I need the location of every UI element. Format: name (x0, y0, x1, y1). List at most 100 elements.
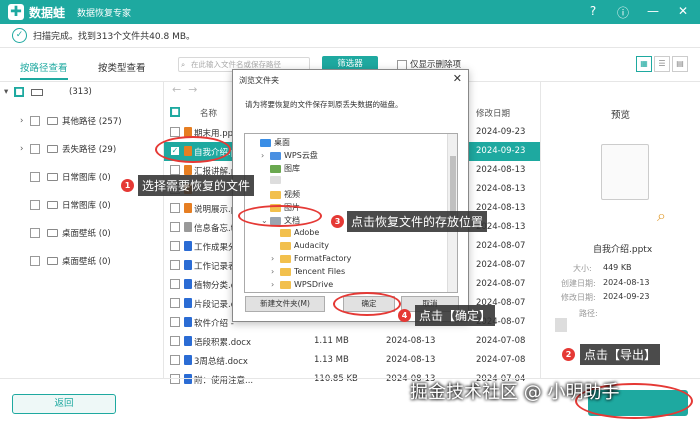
column-name[interactable]: 名称 (200, 107, 217, 119)
forward-arrow-icon[interactable]: → (188, 83, 197, 96)
folder-icon (280, 254, 291, 263)
annotation-select-file: 选择需要恢复的文件 (138, 175, 255, 196)
folder-icon (47, 257, 58, 265)
cell-modified: 2024-08-07 (476, 260, 526, 270)
dialog-tree-label: FormatFactory (294, 254, 352, 263)
check-circle-icon: ✓ (12, 28, 27, 43)
chevron-down-icon[interactable]: ▾ (4, 87, 14, 97)
checkbox-icon[interactable] (30, 228, 40, 238)
watermark: 掘金技术社区 @ 小明助手 (410, 382, 620, 403)
dialog-title: 浏览文件夹 (239, 76, 279, 85)
created-value: 2024-08-13 (603, 278, 650, 287)
tree-item-lost-paths[interactable]: › 丢失路径 (29) (20, 143, 116, 155)
scan-status-bar: ✓ 扫描完成。找到313个文件共40.8 MB。 (0, 24, 700, 48)
row-checkbox[interactable] (170, 241, 180, 251)
row-checkbox[interactable] (170, 317, 180, 327)
row-checkbox[interactable] (170, 355, 180, 365)
checkbox-icon[interactable] (30, 256, 40, 266)
user-icon (270, 176, 281, 184)
back-arrow-icon[interactable]: ← (172, 83, 181, 96)
chevron-right-icon[interactable]: › (271, 280, 280, 289)
dialog-tree-item[interactable]: › Tencent Files (271, 267, 345, 276)
back-button[interactable]: 返回 (12, 394, 116, 414)
cell-created: 2024-08-13 (386, 355, 436, 365)
zoom-icon[interactable]: ⌕ (657, 206, 666, 226)
table-row[interactable]: 语段积累.docx 1.11 MB 2024-08-13 2024-07-08 (164, 332, 540, 351)
dialog-tree-item[interactable]: › WPS云盘 (261, 150, 318, 161)
file-icon (184, 355, 192, 365)
dialog-tree-item[interactable]: › WPSDrive (271, 280, 333, 289)
pics-icon (270, 164, 281, 173)
tree-root[interactable]: ▾ ■ (313) (4, 87, 92, 97)
list-view-icon[interactable]: ☰ (654, 56, 670, 72)
step-badge-2: 2 (562, 348, 575, 361)
dialog-tree-item[interactable]: 桌面 (251, 137, 290, 148)
row-checkbox[interactable] (170, 336, 180, 346)
dialog-tree-label: 桌面 (274, 138, 290, 147)
title-bar: ✚ 数据蛙 数据恢复专家 ? ⓘ — ✕ (0, 0, 700, 24)
folder-icon (280, 280, 291, 289)
dialog-tree-item[interactable]: 图库 (261, 163, 300, 174)
folder-icon (47, 201, 58, 209)
tree-item[interactable]: 桌面壁纸 (0) (30, 255, 111, 267)
cloud-icon (270, 151, 281, 160)
chevron-right-icon[interactable]: › (20, 144, 30, 154)
tree-item[interactable]: 桌面壁纸 (0) (30, 227, 111, 239)
folder-icon (280, 267, 291, 276)
chevron-right-icon[interactable]: › (271, 254, 280, 263)
scan-status-text: 扫描完成。找到313个文件共40.8 MB。 (33, 32, 196, 42)
app-subtitle: 数据恢复专家 (77, 8, 132, 19)
cell-size: 1.13 MB (314, 355, 349, 365)
modified-label: 修改日期: (561, 293, 596, 302)
checkbox-icon[interactable]: ■ (14, 87, 24, 97)
scrollbar-thumb[interactable] (450, 156, 456, 216)
tree-item-label: 桌面壁纸 (0) (62, 229, 111, 239)
table-row[interactable]: 3周总结.docx 1.13 MB 2024-08-13 2024-07-08 (164, 351, 540, 370)
close-icon[interactable]: ✕ (453, 72, 462, 85)
chevron-right-icon[interactable]: › (271, 267, 280, 276)
highlight-oval-ok (333, 292, 401, 316)
checkbox-icon[interactable] (30, 116, 40, 126)
search-placeholder: 在此输入文件名或保存路径 (191, 60, 281, 69)
select-all-checkbox[interactable]: ■ (170, 107, 180, 117)
grid-view-icon[interactable]: ▦ (636, 56, 652, 72)
folder-icon (47, 229, 58, 237)
column-modified[interactable]: 修改日期 (476, 107, 510, 119)
checkbox-icon[interactable] (30, 200, 40, 210)
dialog-tree-item[interactable] (261, 176, 284, 184)
tree-item[interactable]: 日常图库 (0) (30, 171, 111, 183)
checkbox-icon[interactable] (30, 172, 40, 182)
tab-by-type[interactable]: 按类型查看 (98, 60, 146, 74)
row-checkbox[interactable] (170, 127, 180, 137)
help-icon[interactable]: ? (586, 4, 600, 21)
cell-modified: 2024-08-07 (476, 241, 526, 251)
tree-item[interactable]: 日常图库 (0) (30, 199, 111, 211)
dialog-tree-item[interactable]: › FormatFactory (271, 254, 351, 263)
minimize-icon[interactable]: — (646, 4, 660, 21)
dialog-tree-item[interactable]: Audacity (271, 241, 329, 250)
annotation-choose-location: 点击恢复文件的存放位置 (347, 211, 488, 232)
checkbox-icon[interactable] (30, 144, 40, 154)
row-checkbox[interactable] (170, 260, 180, 270)
row-checkbox[interactable] (170, 279, 180, 289)
close-icon[interactable]: ✕ (676, 4, 690, 21)
search-icon: ⌕ (181, 60, 186, 69)
new-folder-button[interactable]: 新建文件夹(M) (245, 296, 325, 312)
dialog-tree-label: Tencent Files (294, 267, 346, 276)
detail-view-icon[interactable]: ▤ (672, 56, 688, 72)
chevron-right-icon[interactable]: › (20, 116, 30, 126)
tab-by-path[interactable]: 按路径查看 (20, 60, 68, 80)
chevron-right-icon[interactable]: › (261, 151, 270, 160)
dialog-tree-item[interactable]: 视频 (261, 189, 300, 200)
dialog-tree-item[interactable]: Adobe (271, 228, 319, 237)
app-logo: ✚ 数据蛙 (8, 4, 65, 21)
cell-modified: 2024-08-07 (476, 279, 526, 289)
row-checkbox[interactable] (170, 165, 180, 175)
info-icon[interactable]: ⓘ (616, 4, 630, 21)
tree-item-other-paths[interactable]: › 其他路径 (257) (20, 115, 122, 127)
row-checkbox[interactable] (170, 298, 180, 308)
file-icon (184, 222, 192, 232)
dialog-tree-label: Adobe (294, 228, 320, 237)
row-checkbox[interactable] (170, 203, 180, 213)
row-checkbox[interactable] (170, 222, 180, 232)
